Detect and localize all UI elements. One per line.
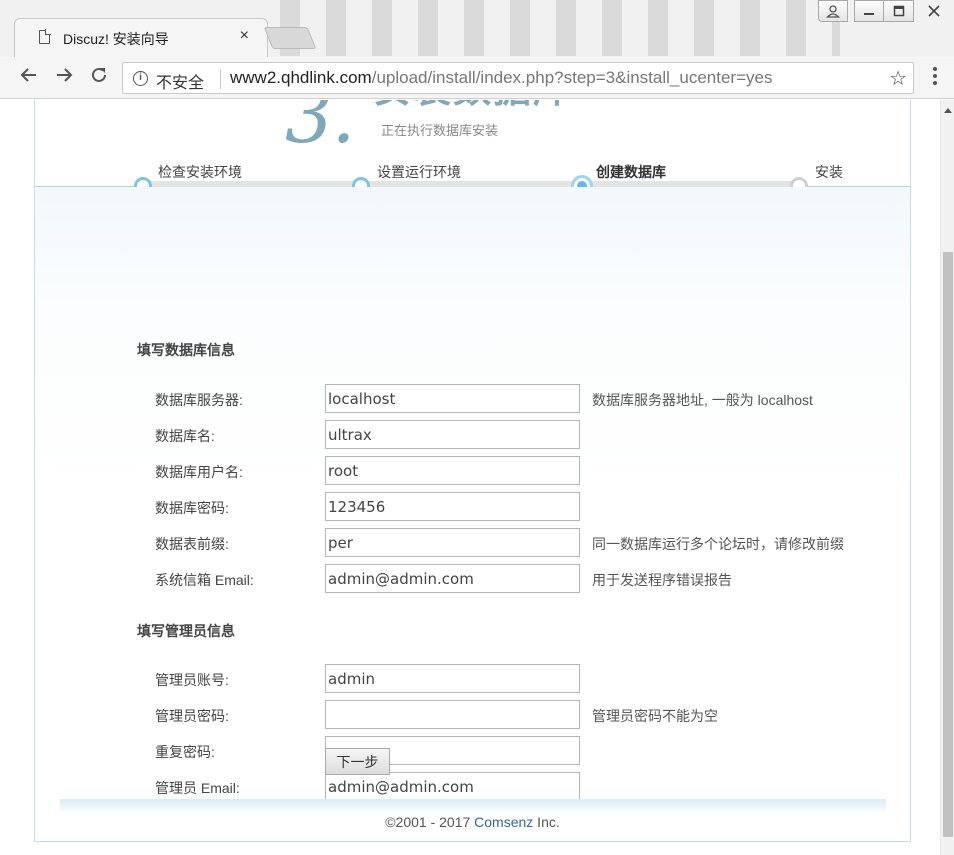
admin-email-input[interactable] <box>325 772 580 801</box>
form-row-db-host: 数据库服务器: 数据库服务器地址, 一般为 localhost <box>35 384 910 414</box>
db-user-input[interactable] <box>325 456 580 485</box>
menu-icon[interactable] <box>926 66 944 86</box>
table-prefix-hint: 同一数据库运行多个论坛时，请修改前缀 <box>592 536 844 552</box>
info-icon[interactable]: i <box>133 71 148 86</box>
footer-copyright: ©2001 - 2017 Comsenz Inc. <box>35 814 910 830</box>
minimize-icon[interactable] <box>854 0 884 22</box>
maximize-icon[interactable] <box>884 0 914 22</box>
db-host-hint: 数据库服务器地址, 一般为 localhost <box>592 392 813 408</box>
comsenz-link[interactable]: Comsenz <box>474 814 533 830</box>
browser-toolbar: i 不安全 www2.qhdlink.com/upload/install/in… <box>0 57 954 99</box>
form-row-db-password: 数据库密码: <box>35 492 910 522</box>
form-row-admin-password: 管理员密码: 管理员密码不能为空 <box>35 700 910 730</box>
window-controls <box>818 0 954 22</box>
repeat-password-label: 重复密码: <box>155 744 215 760</box>
admin-email-label: 管理员 Email: <box>155 780 240 796</box>
db-name-input[interactable] <box>325 420 580 449</box>
step-label-2: 设置运行环境 <box>377 164 461 180</box>
star-icon[interactable]: ☆ <box>889 66 907 91</box>
address-separator <box>220 69 221 89</box>
install-form: 填写数据库信息 数据库服务器: 数据库服务器地址, 一般为 localhost … <box>35 187 910 801</box>
step-label-3: 创建数据库 <box>596 164 666 180</box>
user-icon[interactable] <box>818 0 848 22</box>
forward-icon[interactable] <box>52 65 76 91</box>
form-row-admin-account: 管理员账号: <box>35 664 910 694</box>
titlebar-background <box>280 0 840 56</box>
reload-icon[interactable] <box>87 65 111 91</box>
admin-password-input[interactable] <box>325 700 580 729</box>
form-row-repeat-password: 重复密码: <box>35 736 910 766</box>
form-row-db-name: 数据库名: <box>35 420 910 450</box>
step-subtitle: 正在执行数据库安装 <box>381 123 499 138</box>
page-icon <box>39 29 51 44</box>
close-icon[interactable]: × <box>240 27 249 45</box>
db-password-label: 数据库密码: <box>155 500 229 516</box>
db-name-label: 数据库名: <box>155 428 215 444</box>
next-step-button[interactable]: 下一步 <box>325 748 390 775</box>
form-row-admin-email: 管理员 Email: <box>35 772 910 802</box>
db-section-title: 填写数据库信息 <box>137 342 235 358</box>
security-status[interactable]: 不安全 <box>156 69 204 93</box>
form-row-table-prefix: 数据表前缀: 同一数据库运行多个论坛时，请修改前缀 <box>35 528 910 558</box>
copyright-suffix: Inc. <box>533 814 560 830</box>
vertical-scrollbar[interactable] <box>940 100 954 855</box>
scroll-up-arrow[interactable] <box>944 108 952 113</box>
admin-account-input[interactable] <box>325 664 580 693</box>
new-tab-button[interactable] <box>263 27 317 49</box>
admin-password-hint: 管理员密码不能为空 <box>592 708 718 724</box>
url-path: /upload/install/index.php?step=3&install… <box>371 68 773 87</box>
db-user-label: 数据库用户名: <box>155 464 243 480</box>
footer-divider <box>60 799 886 811</box>
browser-titlebar: Discuz! 安装向导 × <box>0 0 954 57</box>
address-bar[interactable]: i 不安全 www2.qhdlink.com/upload/install/in… <box>122 62 914 94</box>
back-icon[interactable] <box>17 65 41 91</box>
system-email-input[interactable] <box>325 564 580 593</box>
table-prefix-input[interactable] <box>325 528 580 557</box>
db-host-label: 数据库服务器: <box>155 392 243 408</box>
step-title: 安装数据库 <box>373 100 573 112</box>
window-close-icon[interactable] <box>914 0 954 22</box>
admin-section-title: 填写管理员信息 <box>137 623 235 639</box>
db-password-input[interactable] <box>325 492 580 521</box>
installer-container: 3. 安装数据库 正在执行数据库安装 检查安装环境 设置运行环境 创建数据库 安… <box>34 100 911 842</box>
url-host: www2.qhdlink.com <box>230 68 372 87</box>
admin-password-label: 管理员密码: <box>155 708 229 724</box>
page-viewport: 3. 安装数据库 正在执行数据库安装 检查安装环境 设置运行环境 创建数据库 安… <box>0 100 954 855</box>
system-email-label: 系统信箱 Email: <box>155 572 254 588</box>
table-prefix-label: 数据表前缀: <box>155 536 229 552</box>
url-text[interactable]: www2.qhdlink.com/upload/install/index.ph… <box>230 68 772 88</box>
admin-account-label: 管理员账号: <box>155 672 229 688</box>
copyright-prefix: ©2001 - 2017 <box>385 814 475 830</box>
step-number: 3. <box>285 100 356 160</box>
form-row-system-email: 系统信箱 Email: 用于发送程序错误报告 <box>35 564 910 594</box>
form-row-db-user: 数据库用户名: <box>35 456 910 486</box>
db-host-input[interactable] <box>325 384 580 413</box>
scrollbar-thumb[interactable] <box>943 252 953 837</box>
browser-tab[interactable]: Discuz! 安装向导 × <box>14 18 268 57</box>
system-email-hint: 用于发送程序错误报告 <box>592 572 732 588</box>
step-label-1: 检查安装环境 <box>158 164 242 180</box>
tab-title: Discuz! 安装向导 <box>63 31 169 47</box>
step-label-4: 安装 <box>815 164 843 180</box>
